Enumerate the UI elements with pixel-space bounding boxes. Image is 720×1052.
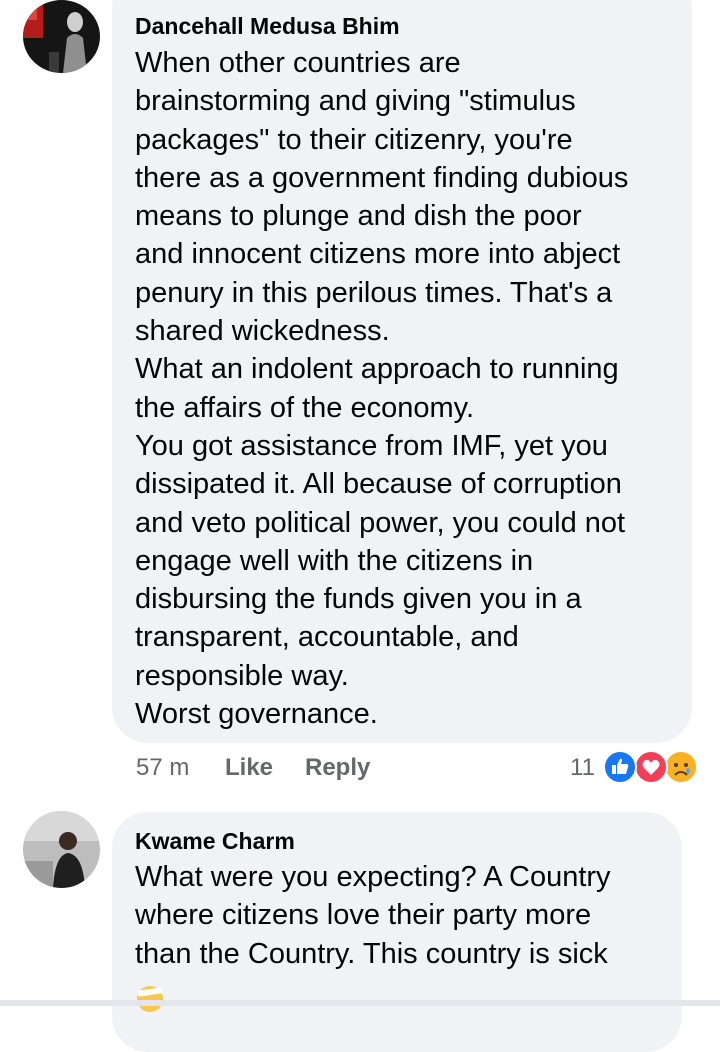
sad-icon[interactable] (664, 750, 698, 784)
comment-author[interactable]: Kwame Charm (135, 827, 295, 855)
comment-line: than the Country. This country is sick (135, 937, 608, 970)
comment-line: means to plunge and dish the poor (135, 200, 582, 233)
comment-line: the affairs of the economy. (135, 391, 475, 424)
avatar[interactable] (23, 811, 100, 888)
reaction-count[interactable]: 11 (570, 753, 595, 783)
like-icon[interactable] (603, 750, 637, 784)
face-with-head-bandage-icon (135, 984, 165, 1014)
comment-line: and innocent citizens more into abject (135, 238, 621, 271)
comment-line: Worst governance. (135, 698, 378, 731)
comment-line: dissipated it. All because of corruption (135, 468, 622, 501)
comment-line: where citizens love their party more (135, 899, 592, 932)
comment-line: transparent, accountable, and (135, 621, 519, 654)
comment-body: When other countries are brainstorming a… (135, 44, 628, 733)
comment-line: packages" to their citizenry, you're (135, 123, 573, 156)
comment-line: shared wickedness. (135, 315, 390, 348)
avatar[interactable] (23, 0, 100, 73)
comment-line: and veto political power, you could not (135, 506, 626, 539)
comment-line: You got assistance from IMF, yet you (135, 429, 608, 462)
comment-line: What were you expecting? A Country (135, 861, 611, 893)
comment-line: engage well with the citizens in (135, 544, 534, 577)
comment-timestamp[interactable]: 57 m (136, 753, 189, 783)
reply-button[interactable]: Reply (305, 753, 370, 783)
love-icon[interactable] (634, 750, 668, 784)
comment-line: What an indolent approach to running (135, 353, 619, 386)
bottom-divider (0, 1000, 720, 1006)
comment-line: there as a government finding dubious (135, 161, 629, 194)
comment-line: penury in this perilous times. That's a (135, 276, 613, 309)
comment-line: When other countries are (135, 47, 461, 79)
comment-line: brainstorming and giving "stimulus (135, 85, 576, 118)
comment-author[interactable]: Dancehall Medusa Bhim (135, 12, 400, 40)
like-button[interactable]: Like (225, 753, 273, 783)
comment-line: disbursing the funds given you in a (135, 583, 582, 616)
comment-line: responsible way. (135, 659, 349, 692)
comment-body: What were you expecting? A Country where… (135, 858, 611, 973)
